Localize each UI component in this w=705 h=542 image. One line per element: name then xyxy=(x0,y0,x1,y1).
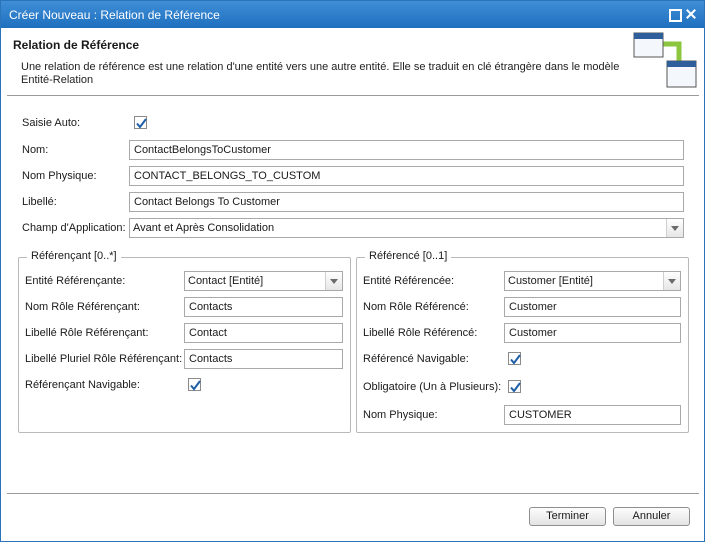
obligatoire-label: Obligatoire (Un à Plusieurs): xyxy=(363,381,502,393)
referencant-navigable-label: Référençant Navigable: xyxy=(25,379,140,391)
title-bar[interactable]: Créer Nouveau : Relation de Référence xyxy=(1,1,704,28)
nom-input[interactable]: ContactBelongsToCustomer xyxy=(129,140,684,160)
chevron-down-icon[interactable] xyxy=(663,272,680,290)
footer-divider xyxy=(7,493,699,494)
libelle-role-referencant-label: Libellé Rôle Référençant: xyxy=(25,327,149,339)
close-icon[interactable] xyxy=(684,7,698,21)
entite-referencante-label: Entité Référençante: xyxy=(25,275,126,287)
champ-application-select[interactable]: Avant et Après Consolidation xyxy=(129,218,684,238)
libelle-role-reference-input[interactable]: Customer xyxy=(504,323,681,343)
entite-referencee-label: Entité Référencée: xyxy=(363,275,455,287)
finish-button[interactable]: Terminer xyxy=(529,507,606,526)
checkmark-icon xyxy=(190,380,201,391)
libelle-role-reference-label: Libellé Rôle Référencé: xyxy=(363,327,478,339)
entite-referencee-select[interactable]: Customer [Entité] xyxy=(504,271,681,291)
chevron-down-icon[interactable] xyxy=(325,272,342,290)
dialog-header: Relation de Référence Une relation de ré… xyxy=(1,28,704,95)
checkmark-icon xyxy=(510,382,521,393)
checkmark-icon xyxy=(136,118,147,129)
saisie-auto-label: Saisie Auto: xyxy=(22,117,81,129)
saisie-auto-checkbox[interactable] xyxy=(134,116,147,129)
maximize-icon[interactable] xyxy=(667,7,682,22)
chevron-down-icon[interactable] xyxy=(666,219,683,237)
checkmark-icon xyxy=(510,354,521,365)
reference-navigable-label: Référencé Navigable: xyxy=(363,353,469,365)
nom-role-reference-label: Nom Rôle Référencé: xyxy=(363,301,469,313)
referencant-navigable-checkbox[interactable] xyxy=(188,378,201,391)
nom-role-referencant-label: Nom Rôle Référençant: xyxy=(25,301,140,313)
champ-application-value: Avant et Après Consolidation xyxy=(133,222,275,234)
nom-role-referencant-input[interactable]: Contacts xyxy=(184,297,343,317)
header-description: Une relation de référence est une relati… xyxy=(21,61,620,86)
header-divider xyxy=(7,95,699,96)
libelle-label: Libellé: xyxy=(22,196,57,208)
obligatoire-checkbox[interactable] xyxy=(508,380,521,393)
referencant-legend: Référençant [0..*] xyxy=(27,250,121,262)
nom-label: Nom: xyxy=(22,144,49,156)
nom-physique-reference-label: Nom Physique: xyxy=(363,409,438,421)
libelle-role-referencant-input[interactable]: Contact xyxy=(184,323,343,343)
entite-referencante-select[interactable]: Contact [Entité] xyxy=(184,271,343,291)
libelle-pluriel-role-referencant-label: Libellé Pluriel Rôle Référençant: xyxy=(25,353,183,365)
header-title: Relation de Référence xyxy=(13,38,140,52)
champ-application-label: Champ d'Application: xyxy=(22,222,126,234)
dialog-window: Créer Nouveau : Relation de Référence Re… xyxy=(0,0,705,542)
entite-referencante-value: Contact [Entité] xyxy=(188,275,264,287)
nom-physique-reference-input[interactable]: CUSTOMER xyxy=(504,405,681,425)
window-title: Créer Nouveau : Relation de Référence xyxy=(9,8,220,22)
nom-physique-label: Nom Physique: xyxy=(22,170,97,182)
nom-role-reference-input[interactable]: Customer xyxy=(504,297,681,317)
nom-physique-input[interactable]: CONTACT_BELONGS_TO_CUSTOM xyxy=(129,166,684,186)
reference-legend: Référencé [0..1] xyxy=(365,250,452,262)
cancel-button[interactable]: Annuler xyxy=(613,507,690,526)
libelle-input[interactable]: Contact Belongs To Customer xyxy=(129,192,684,212)
reference-relation-icon xyxy=(633,32,697,88)
libelle-pluriel-role-referencant-input[interactable]: Contacts xyxy=(184,349,343,369)
entite-referencee-value: Customer [Entité] xyxy=(508,275,593,287)
reference-navigable-checkbox[interactable] xyxy=(508,352,521,365)
